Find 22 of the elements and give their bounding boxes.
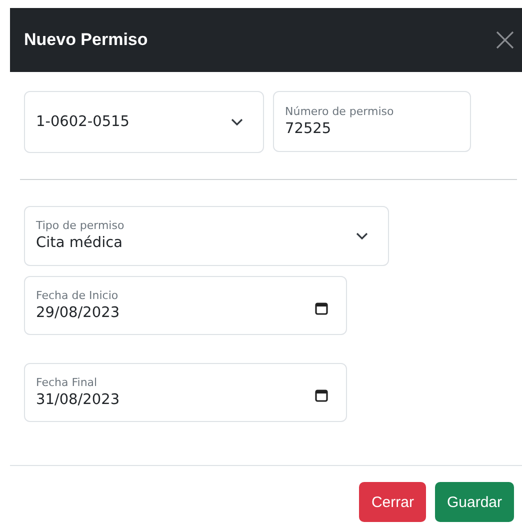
input-field[interactable]: Número de permiso 72525 [273,91,471,152]
field-label: Fecha de Inicio [36,288,120,302]
field-label: Fecha Final [36,376,98,390]
dialog-title: Nuevo Permiso [24,30,148,50]
field-value: 31/08/2023 [36,390,121,410]
calendar-icon[interactable] [315,302,328,314]
date-field[interactable]: Fecha Final 31/08/2023 [24,363,347,422]
field-value: 29/08/2023 [36,304,121,322]
chevron-down-icon [356,232,368,240]
chevron-down-icon [231,118,243,126]
close-icon[interactable] [496,31,514,49]
field-label: Tipo de permiso [36,219,126,233]
field-label: Número de permiso [285,104,395,118]
save-button[interactable]: Guardar [434,482,514,522]
select-field[interactable]: Tipo de permiso Cita médica [24,206,389,266]
field-value: 1-0602-0515 [36,113,130,132]
date-field[interactable]: Fecha de Inicio 29/08/2023 [24,276,347,335]
field-value: 72525 [285,120,332,138]
field-value: Cita médica [36,234,124,253]
close-button[interactable]: Cerrar [359,482,426,522]
calendar-icon[interactable] [315,388,328,402]
select-field[interactable]: 1-0602-0515 [24,91,264,153]
